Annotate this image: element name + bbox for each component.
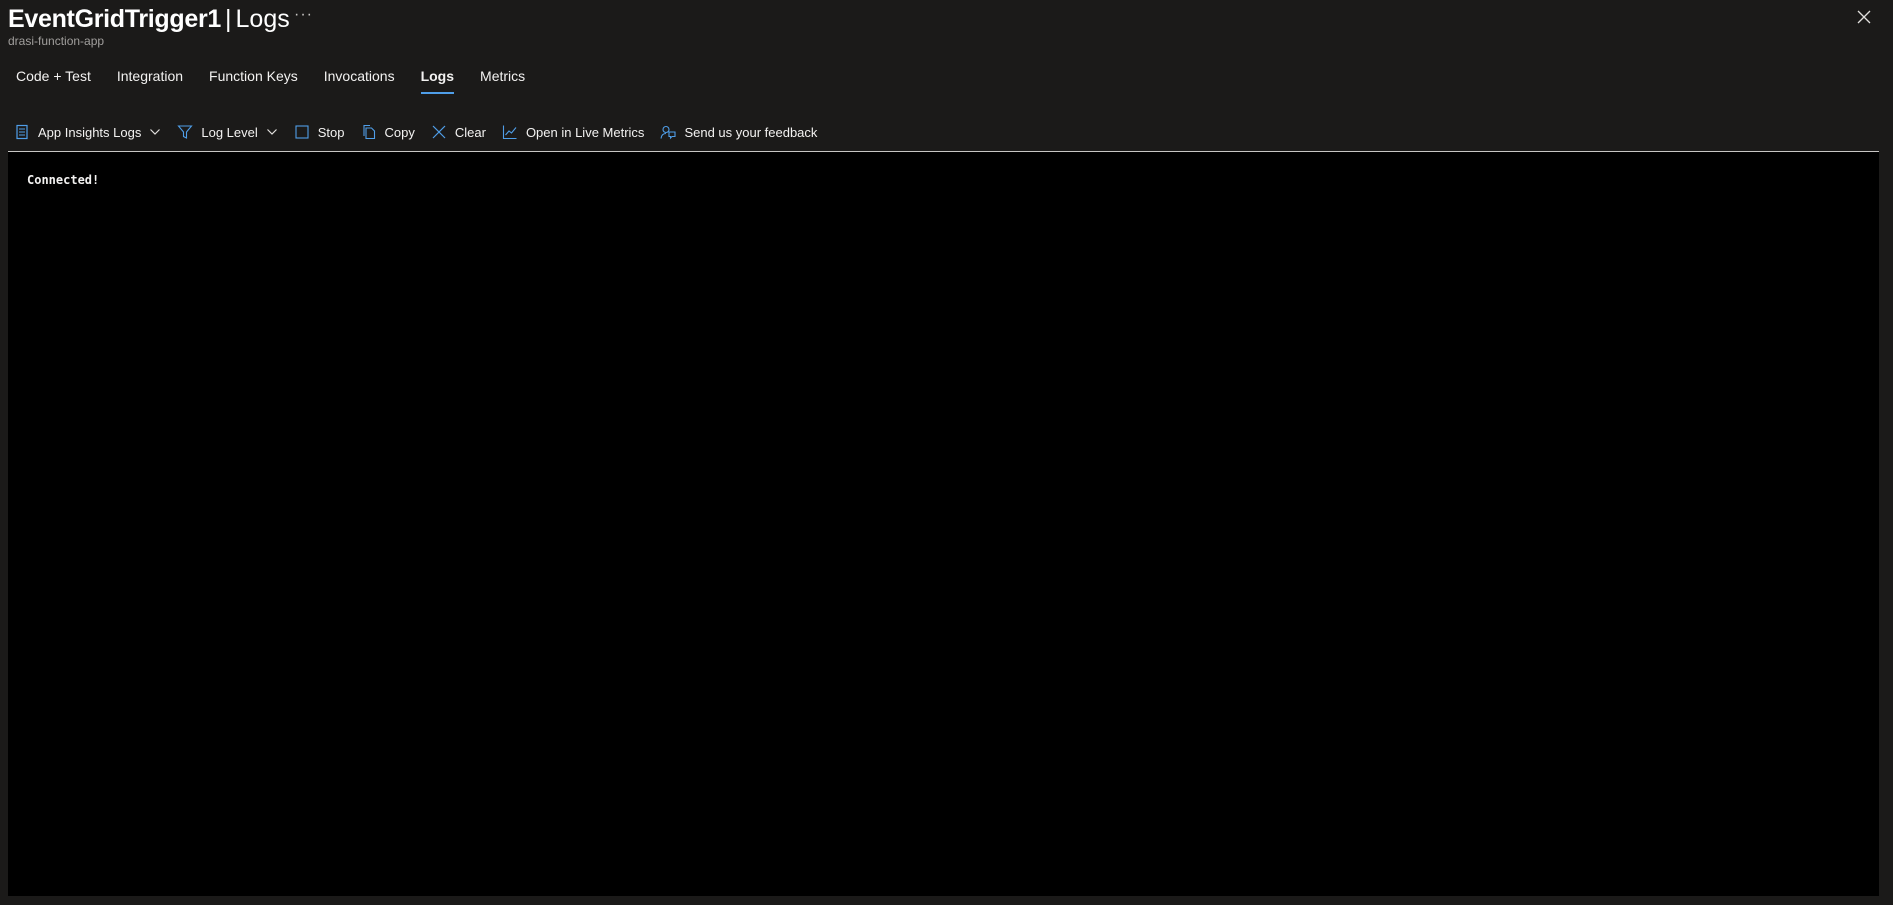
log-toolbar: App Insights Logs Log Level Stop Copy Cl… [14,120,833,144]
stop-label: Stop [317,124,345,140]
tab-invocations[interactable]: Invocations [324,64,395,94]
title-separator: | [225,5,232,33]
send-feedback-label: Send us your feedback [684,124,818,140]
tab-function-keys[interactable]: Function Keys [209,64,298,94]
log-console[interactable]: Connected! [8,151,1879,896]
filter-icon [177,124,194,140]
page-title: EventGridTrigger1 | Logs [8,4,290,34]
tab-metrics[interactable]: Metrics [480,64,525,94]
open-live-metrics-button[interactable]: Open in Live Metrics [502,124,645,140]
close-button[interactable] [1855,8,1873,26]
page-name: Logs [235,5,290,33]
chart-line-icon [502,124,518,140]
feedback-icon [660,124,676,140]
document-icon [14,124,30,140]
copy-icon [361,124,377,140]
send-feedback-button[interactable]: Send us your feedback [660,124,817,140]
log-level-dropdown[interactable]: Log Level [177,124,277,140]
tab-logs[interactable]: Logs [420,64,455,94]
copy-button[interactable]: Copy [361,124,415,140]
app-insights-logs-dropdown[interactable]: App Insights Logs [14,124,161,140]
log-level-label: Log Level [201,124,258,140]
console-line: Connected! [27,173,100,187]
copy-label: Copy [384,124,415,140]
clear-button[interactable]: Clear [431,124,486,140]
stop-button[interactable]: Stop [294,124,345,140]
clear-label: Clear [454,124,486,140]
tab-bar: Code + Test Integration Function Keys In… [16,64,551,94]
tab-integration[interactable]: Integration [117,64,183,94]
chevron-down-icon [266,126,278,138]
app-insights-logs-label: App Insights Logs [38,124,142,140]
function-app-name: drasi-function-app [8,34,105,48]
chevron-down-icon [149,126,161,138]
close-icon [1857,10,1871,24]
logs-panel: EventGridTrigger1 | Logs ··· drasi-functio… [0,0,1893,905]
panel-header: EventGridTrigger1 | Logs ··· drasi-functio… [8,0,1893,52]
clear-icon [431,124,447,140]
open-live-metrics-label: Open in Live Metrics [525,124,645,140]
function-name: EventGridTrigger1 [8,5,222,33]
more-options-button[interactable]: ··· [294,6,313,24]
stop-icon [294,124,310,140]
tab-code-test[interactable]: Code + Test [16,64,91,94]
